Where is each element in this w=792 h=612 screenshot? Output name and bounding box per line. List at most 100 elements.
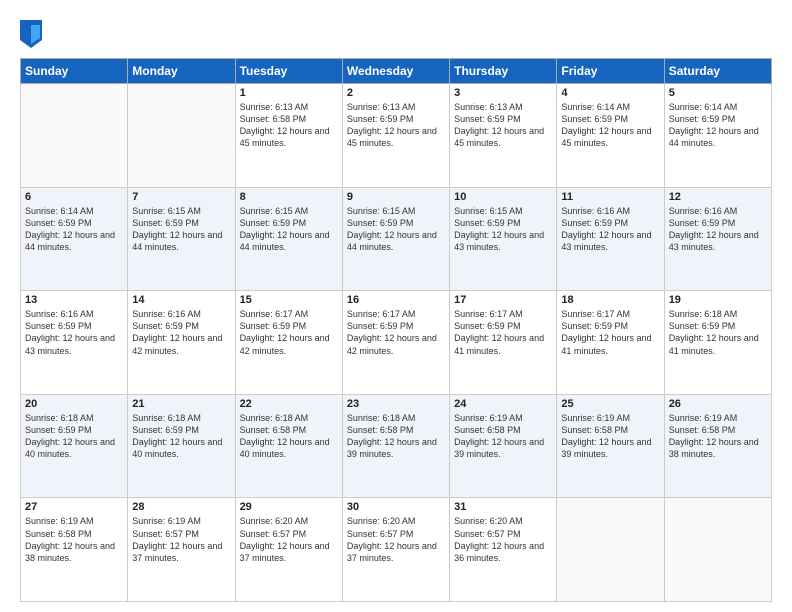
weekday-header-sunday: Sunday	[21, 59, 128, 84]
weekday-header-thursday: Thursday	[450, 59, 557, 84]
day-number: 3	[454, 87, 552, 99]
day-info: Sunrise: 6:16 AMSunset: 6:59 PMDaylight:…	[669, 205, 767, 254]
weekday-header-friday: Friday	[557, 59, 664, 84]
day-number: 23	[347, 398, 445, 410]
header	[20, 18, 772, 48]
calendar-cell: 31 Sunrise: 6:20 AMSunset: 6:57 PMDayligh…	[450, 498, 557, 602]
day-number: 8	[240, 191, 338, 203]
calendar-week-2: 6 Sunrise: 6:14 AMSunset: 6:59 PMDaylight…	[21, 187, 772, 291]
day-number: 16	[347, 294, 445, 306]
weekday-header-monday: Monday	[128, 59, 235, 84]
calendar-cell: 4 Sunrise: 6:14 AMSunset: 6:59 PMDaylight…	[557, 84, 664, 188]
calendar-week-1: 1Sunrise: 6:13 AMSunset: 6:58 PMDaylight…	[21, 84, 772, 188]
day-number: 20	[25, 398, 123, 410]
weekday-header-wednesday: Wednesday	[342, 59, 449, 84]
day-info: Sunrise: 6:19 AMSunset: 6:58 PMDaylight:…	[669, 412, 767, 461]
day-info: Sunrise: 6:15 AMSunset: 6:59 PMDaylight:…	[240, 205, 338, 254]
day-number: 9	[347, 191, 445, 203]
calendar-cell: 29 Sunrise: 6:20 AMSunset: 6:57 PMDayligh…	[235, 498, 342, 602]
day-info: Sunrise: 6:18 AMSunset: 6:59 PMDaylight:…	[132, 412, 230, 461]
calendar-cell: 8 Sunrise: 6:15 AMSunset: 6:59 PMDaylight…	[235, 187, 342, 291]
calendar-header-row: SundayMondayTuesdayWednesdayThursdayFrid…	[21, 59, 772, 84]
calendar-cell	[557, 498, 664, 602]
calendar-cell: 6 Sunrise: 6:14 AMSunset: 6:59 PMDaylight…	[21, 187, 128, 291]
calendar-cell: 28 Sunrise: 6:19 AMSunset: 6:57 PMDayligh…	[128, 498, 235, 602]
day-number: 28	[132, 501, 230, 513]
calendar-cell: 11 Sunrise: 6:16 AMSunset: 6:59 PMDayligh…	[557, 187, 664, 291]
day-info: Sunrise: 6:14 AMSunset: 6:59 PMDaylight:…	[25, 205, 123, 254]
calendar-cell: 16Sunrise: 6:17 AMSunset: 6:59 PMDayligh…	[342, 291, 449, 395]
calendar-cell: 25 Sunrise: 6:19 AMSunset: 6:58 PMDayligh…	[557, 394, 664, 498]
calendar-cell: 26 Sunrise: 6:19 AMSunset: 6:58 PMDayligh…	[664, 394, 771, 498]
day-number: 19	[669, 294, 767, 306]
calendar-cell: 15 Sunrise: 6:17 AMSunset: 6:59 PMDayligh…	[235, 291, 342, 395]
logo-icon	[20, 20, 42, 48]
day-number: 2	[347, 87, 445, 99]
day-number: 11	[561, 191, 659, 203]
calendar-cell: 24 Sunrise: 6:19 AMSunset: 6:58 PMDayligh…	[450, 394, 557, 498]
calendar-cell: 23 Sunrise: 6:18 AMSunset: 6:58 PMDayligh…	[342, 394, 449, 498]
day-number: 21	[132, 398, 230, 410]
day-info: Sunrise: 6:17 AMSunset: 6:59 PMDaylight:…	[240, 308, 338, 357]
day-number: 1	[240, 87, 338, 99]
day-number: 4	[561, 87, 659, 99]
calendar-cell: 19 Sunrise: 6:18 AMSunset: 6:59 PMDayligh…	[664, 291, 771, 395]
day-number: 15	[240, 294, 338, 306]
calendar-cell: 2Sunrise: 6:13 AMSunset: 6:59 PMDaylight…	[342, 84, 449, 188]
calendar-cell: 3 Sunrise: 6:13 AMSunset: 6:59 PMDaylight…	[450, 84, 557, 188]
day-number: 22	[240, 398, 338, 410]
day-number: 26	[669, 398, 767, 410]
day-info: Sunrise: 6:16 AMSunset: 6:59 PMDaylight:…	[561, 205, 659, 254]
day-info: Sunrise: 6:20 AMSunset: 6:57 PMDaylight:…	[347, 515, 445, 564]
calendar-cell: 30Sunrise: 6:20 AMSunset: 6:57 PMDayligh…	[342, 498, 449, 602]
day-info: Sunrise: 6:16 AMSunset: 6:59 PMDaylight:…	[132, 308, 230, 357]
day-info: Sunrise: 6:20 AMSunset: 6:57 PMDaylight:…	[240, 515, 338, 564]
day-info: Sunrise: 6:17 AMSunset: 6:59 PMDaylight:…	[454, 308, 552, 357]
day-number: 31	[454, 501, 552, 513]
day-number: 14	[132, 294, 230, 306]
day-number: 27	[25, 501, 123, 513]
calendar-cell	[21, 84, 128, 188]
day-info: Sunrise: 6:19 AMSunset: 6:58 PMDaylight:…	[25, 515, 123, 564]
day-info: Sunrise: 6:15 AMSunset: 6:59 PMDaylight:…	[132, 205, 230, 254]
day-info: Sunrise: 6:13 AMSunset: 6:59 PMDaylight:…	[454, 101, 552, 150]
weekday-header-tuesday: Tuesday	[235, 59, 342, 84]
day-info: Sunrise: 6:20 AMSunset: 6:57 PMDaylight:…	[454, 515, 552, 564]
calendar-cell: 21 Sunrise: 6:18 AMSunset: 6:59 PMDayligh…	[128, 394, 235, 498]
calendar-table: SundayMondayTuesdayWednesdayThursdayFrid…	[20, 58, 772, 602]
day-number: 6	[25, 191, 123, 203]
calendar-cell: 9 Sunrise: 6:15 AMSunset: 6:59 PMDaylight…	[342, 187, 449, 291]
day-info: Sunrise: 6:19 AMSunset: 6:58 PMDaylight:…	[561, 412, 659, 461]
day-info: Sunrise: 6:19 AMSunset: 6:58 PMDaylight:…	[454, 412, 552, 461]
day-number: 25	[561, 398, 659, 410]
calendar-cell: 27 Sunrise: 6:19 AMSunset: 6:58 PMDayligh…	[21, 498, 128, 602]
calendar-week-3: 13 Sunrise: 6:16 AMSunset: 6:59 PMDayligh…	[21, 291, 772, 395]
calendar-cell: 20 Sunrise: 6:18 AMSunset: 6:59 PMDayligh…	[21, 394, 128, 498]
day-number: 17	[454, 294, 552, 306]
calendar-cell: 22 Sunrise: 6:18 AMSunset: 6:58 PMDayligh…	[235, 394, 342, 498]
day-info: Sunrise: 6:14 AMSunset: 6:59 PMDaylight:…	[669, 101, 767, 150]
day-info: Sunrise: 6:19 AMSunset: 6:57 PMDaylight:…	[132, 515, 230, 564]
calendar-week-4: 20 Sunrise: 6:18 AMSunset: 6:59 PMDayligh…	[21, 394, 772, 498]
day-info: Sunrise: 6:18 AMSunset: 6:59 PMDaylight:…	[669, 308, 767, 357]
day-number: 24	[454, 398, 552, 410]
calendar-cell: 13Sunrise: 6:16 AMSunset: 6:59 PMDayligh…	[21, 291, 128, 395]
day-number: 29	[240, 501, 338, 513]
calendar-cell: 5 Sunrise: 6:14 AMSunset: 6:59 PMDaylight…	[664, 84, 771, 188]
day-number: 12	[669, 191, 767, 203]
logo	[20, 18, 46, 48]
day-number: 5	[669, 87, 767, 99]
day-number: 7	[132, 191, 230, 203]
day-info: Sunrise: 6:18 AMSunset: 6:59 PMDaylight:…	[25, 412, 123, 461]
day-info: Sunrise: 6:14 AMSunset: 6:59 PMDaylight:…	[561, 101, 659, 150]
calendar-cell: 7 Sunrise: 6:15 AMSunset: 6:59 PMDaylight…	[128, 187, 235, 291]
day-number: 13	[25, 294, 123, 306]
day-info: Sunrise: 6:15 AMSunset: 6:59 PMDaylight:…	[454, 205, 552, 254]
calendar-cell: 18Sunrise: 6:17 AMSunset: 6:59 PMDayligh…	[557, 291, 664, 395]
calendar-cell: 17 Sunrise: 6:17 AMSunset: 6:59 PMDayligh…	[450, 291, 557, 395]
calendar-cell: 12 Sunrise: 6:16 AMSunset: 6:59 PMDayligh…	[664, 187, 771, 291]
day-info: Sunrise: 6:18 AMSunset: 6:58 PMDaylight:…	[347, 412, 445, 461]
day-info: Sunrise: 6:15 AMSunset: 6:59 PMDaylight:…	[347, 205, 445, 254]
calendar-week-5: 27 Sunrise: 6:19 AMSunset: 6:58 PMDayligh…	[21, 498, 772, 602]
day-info: Sunrise: 6:18 AMSunset: 6:58 PMDaylight:…	[240, 412, 338, 461]
